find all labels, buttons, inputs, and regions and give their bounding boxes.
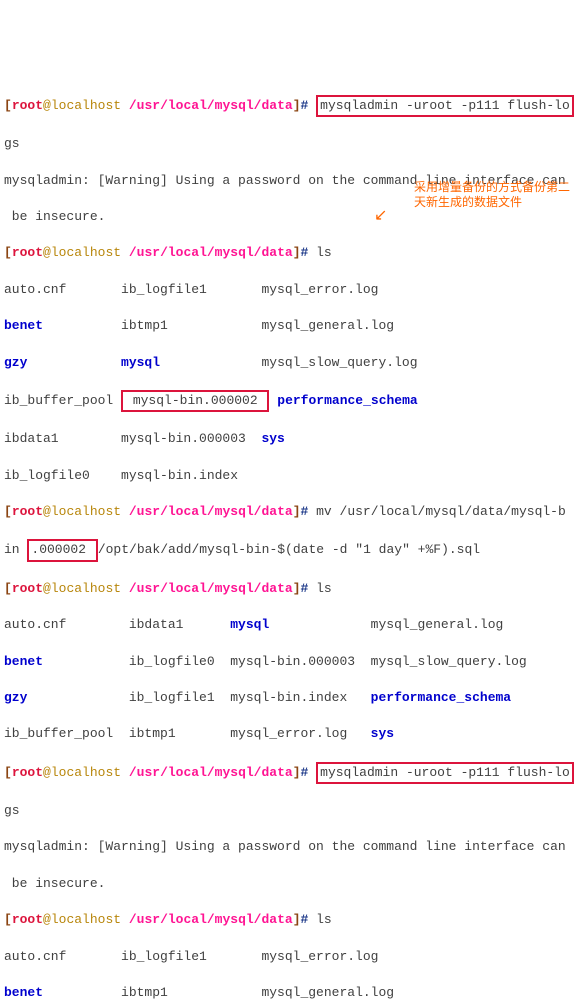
mv-command-a: mv /usr/local/mysql/data/mysql-b [308, 504, 565, 519]
warning-line-3: mysqladmin: [Warning] Using a password o… [4, 838, 577, 856]
host: localhost [51, 98, 121, 113]
prompt-line-1: [root@localhost /usr/local/mysql/data]# … [4, 95, 577, 117]
prompt-line-4: [root@localhost /usr/local/mysql/data]# … [4, 580, 577, 598]
warning-line-4: be insecure. [4, 875, 577, 893]
prompt-line-2: [root@localhost /usr/local/mysql/data]# … [4, 244, 577, 262]
bracket-close: ] [293, 98, 301, 113]
ls2-row2: benet ib_logfile0 mysql-bin.000003 mysql… [4, 653, 577, 671]
suffix-box: .000002 [27, 539, 97, 561]
bracket-open: [ [4, 98, 12, 113]
prompt-line-5: [root@localhost /usr/local/mysql/data]# … [4, 762, 577, 784]
annotation-text: 采用增量备份的方式备份第二 天新生成的数据文件 [414, 180, 570, 209]
path: /usr/local/mysql/data [121, 98, 293, 113]
ls1-row1: auto.cnf ib_logfile1 mysql_error.log [4, 281, 577, 299]
ls1-row4: ib_buffer_pool mysql-bin.000002 performa… [4, 390, 577, 412]
ls1-row2: benet ibtmp1 mysql_general.log [4, 317, 577, 335]
mv-continuation: in .000002 /opt/bak/add/mysql-bin-$(date… [4, 539, 577, 561]
ls2-row4: ib_buffer_pool ibtmp1 mysql_error.log sy… [4, 725, 577, 743]
binlog-box-1: mysql-bin.000002 [121, 390, 269, 412]
command-box-2: mysqladmin -uroot -p111 flush-lo [316, 762, 574, 784]
ls1-row5: ibdata1 mysql-bin.000003 sys [4, 430, 577, 448]
ls3-row2: benet ibtmp1 mysql_general.log [4, 984, 577, 1000]
arrow-icon: ↙ [374, 205, 387, 227]
ls2-row3: gzy ib_logfile1 mysql-bin.index performa… [4, 689, 577, 707]
prompt-line-3: [root@localhost /usr/local/mysql/data]# … [4, 503, 577, 521]
ls-command-2: ls [308, 581, 331, 596]
command-box-1: mysqladmin -uroot -p111 flush-lo [316, 95, 574, 117]
ls1-row6: ib_logfile0 mysql-bin.index [4, 467, 577, 485]
cmd3-continuation: gs [4, 802, 577, 820]
ls2-row1: auto.cnf ibdata1 mysql mysql_general.log [4, 616, 577, 634]
cmd1-continuation: gs [4, 135, 577, 153]
ls-command: ls [308, 245, 331, 260]
warning-line-2: be insecure. [4, 208, 577, 226]
ls3-row1: auto.cnf ib_logfile1 mysql_error.log [4, 948, 577, 966]
prompt-symbol: # [301, 98, 309, 113]
prompt-line-6: [root@localhost /usr/local/mysql/data]# … [4, 911, 577, 929]
terminal-output: { "prompt": { "br_open": "[", "root": "r… [4, 22, 577, 1000]
ls-command-3: ls [308, 912, 331, 927]
ls1-row3: gzy mysql mysql_slow_query.log [4, 354, 577, 372]
at: @ [43, 98, 51, 113]
user: root [12, 98, 43, 113]
